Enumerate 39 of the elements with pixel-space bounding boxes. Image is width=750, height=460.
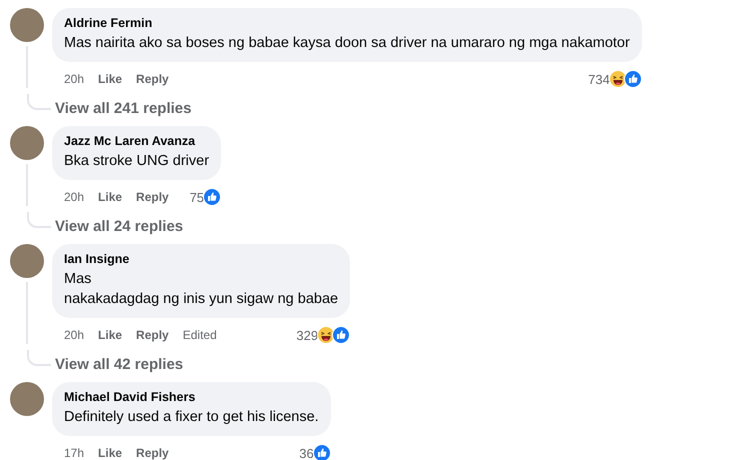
view-replies-link[interactable]: View all 42 replies (55, 356, 184, 373)
comment-text: Bka stroke UNG driver (64, 152, 210, 171)
reply-link[interactable]: Reply (136, 446, 169, 460)
avatar[interactable] (10, 382, 44, 416)
like-link[interactable]: Like (98, 328, 122, 342)
thread-connector (27, 212, 51, 228)
avatar[interactable] (10, 8, 44, 42)
comment-text: Mas nairita ako sa boses ng babae kaysa doon sa driver na umararo ng mga nakamotor (64, 34, 630, 53)
comment-text: Mas nakakadagdag ng inis yun sigaw ng babae (64, 270, 338, 309)
author-name[interactable]: Aldrine Fermin (64, 16, 630, 30)
avatar[interactable] (10, 126, 44, 160)
timestamp[interactable]: 20h (64, 190, 84, 204)
view-replies-link[interactable]: View all 241 replies (55, 100, 192, 117)
thread-connector (27, 94, 51, 110)
view-replies-link[interactable]: View all 24 replies (55, 218, 184, 235)
like-reaction-icon (203, 188, 222, 206)
timestamp[interactable]: 20h (64, 328, 84, 342)
avatar[interactable] (10, 244, 44, 278)
reaction-count[interactable]: 75 (190, 190, 204, 204)
reply-link[interactable]: Reply (136, 190, 169, 204)
author-name[interactable]: Michael David Fishers (64, 390, 319, 404)
like-reaction-icon (624, 70, 642, 88)
reaction-count[interactable]: 36 (299, 446, 314, 460)
comment-text: Definitely used a fixer to get his license. (64, 408, 319, 427)
reply-link[interactable]: Reply (136, 328, 169, 342)
reaction-count[interactable]: 329 (296, 328, 318, 342)
edited-label: Edited (182, 328, 217, 342)
like-link[interactable]: Like (98, 72, 122, 86)
author-name[interactable]: Jazz Mc Laren Avanza (64, 134, 210, 148)
reaction-count[interactable]: 734 (588, 72, 610, 86)
like-reaction-icon (312, 444, 331, 460)
author-name[interactable]: Ian Insigne (64, 252, 338, 266)
reply-link[interactable]: Reply (136, 72, 169, 86)
timestamp[interactable]: 20h (64, 72, 84, 86)
timestamp[interactable]: 17h (64, 446, 84, 460)
thread-connector (27, 350, 51, 366)
like-link[interactable]: Like (98, 190, 122, 204)
like-reaction-icon (332, 326, 350, 344)
like-link[interactable]: Like (98, 446, 122, 460)
